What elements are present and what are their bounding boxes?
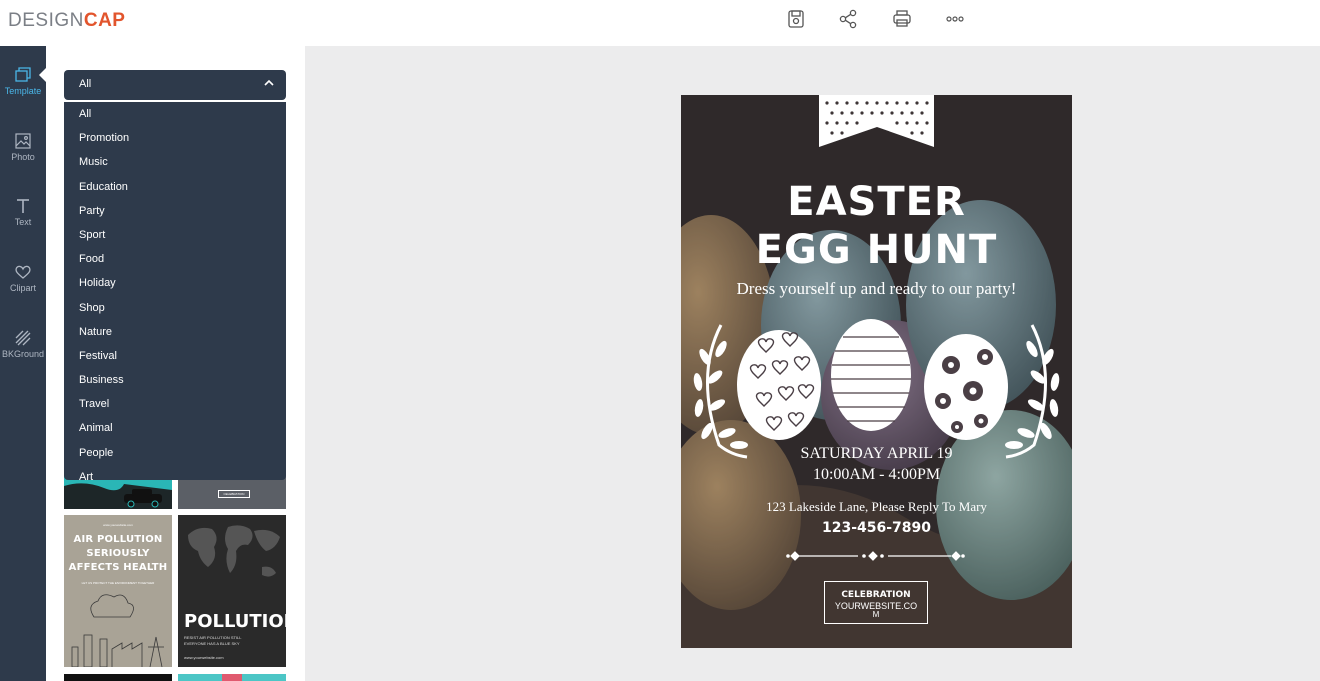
background-icon xyxy=(15,330,31,346)
dropdown-item-travel[interactable]: Travel xyxy=(64,392,286,416)
thumbnail-small-text: www.yourwebsite.com xyxy=(103,523,133,527)
dropdown-item-promotion[interactable]: Promotion xyxy=(64,126,286,150)
dropdown-item-food[interactable]: Food xyxy=(64,247,286,271)
category-select[interactable]: All xyxy=(64,70,286,100)
thumbnail-pollution-title: POLLUTION xyxy=(184,611,286,632)
share-icon[interactable] xyxy=(838,8,860,30)
dropdown-item-shop[interactable]: Shop xyxy=(64,296,286,320)
rail-item-text[interactable]: Text xyxy=(0,197,46,253)
save-icon[interactable] xyxy=(785,8,807,30)
category-dropdown: All Promotion Music Education Party Spor… xyxy=(64,102,286,480)
rail-item-background[interactable]: BKGround xyxy=(0,329,46,385)
template-thumbnail-pollution[interactable]: POLLUTION RESIST AIR POLLUTION STILL EVE… xyxy=(178,515,286,667)
poster-time: 10:00AM - 4:00PM xyxy=(812,466,941,483)
poster-title-line2: EGG HUNT xyxy=(755,227,998,273)
dropdown-item-holiday[interactable]: Holiday xyxy=(64,271,286,295)
world-map-illustration xyxy=(188,525,280,577)
design-poster[interactable]: EASTER EGG HUNT Dress yourself up and re… xyxy=(681,95,1072,648)
poster-tagline: Dress yourself up and ready to our party… xyxy=(736,279,1017,298)
dropdown-item-party[interactable]: Party xyxy=(64,199,286,223)
dropdown-item-education[interactable]: Education xyxy=(64,175,286,199)
dropdown-item-festival[interactable]: Festival xyxy=(64,344,286,368)
thumbnail-site: www.yourwebsite.com xyxy=(184,655,224,660)
chevron-up-icon xyxy=(264,79,274,86)
more-icon[interactable] xyxy=(944,8,966,30)
thumbnail-title-line: AFFECTS HEALTH xyxy=(68,562,168,573)
template-thumbnail[interactable] xyxy=(64,476,172,509)
poster-website-box: CELEBRATION YOURWEBSITE.CO M xyxy=(824,581,928,624)
poster-address: 123 Lakeside Lane, Please Reply To Mary xyxy=(766,499,987,514)
thumbnail-celebration-box: CELEBRATION xyxy=(218,490,250,498)
poster-phone: 123-456-7890 xyxy=(821,520,932,536)
heart-icon xyxy=(15,265,31,279)
rail-label-photo: Photo xyxy=(11,152,35,162)
dropdown-item-art[interactable]: Art xyxy=(64,465,286,480)
photo-icon xyxy=(15,133,31,149)
logo-bold: CAP xyxy=(83,10,126,31)
logo-light: DESIGN xyxy=(8,10,84,31)
thumbnail-title-line: SERIOUSLY xyxy=(86,548,150,559)
left-rail: Template Photo Text Clipart BKGround xyxy=(0,46,46,681)
car-illustration xyxy=(64,483,172,509)
thumbnail-title: AIR POLLUTION SERIOUSLY AFFECTS HEALTH xyxy=(64,533,172,575)
text-icon xyxy=(17,199,29,213)
template-thumbnail[interactable] xyxy=(178,674,286,681)
rail-label-clipart: Clipart xyxy=(9,283,36,293)
factory-illustration xyxy=(71,594,164,667)
category-select-value: All xyxy=(79,78,92,90)
dropdown-item-people[interactable]: People xyxy=(64,441,286,465)
thumbnail-pollution-subtitle: RESIST AIR POLLUTION STILL EVERYONE HAS … xyxy=(184,635,280,661)
rail-active-notch xyxy=(39,68,46,82)
rail-label-template: Template xyxy=(4,86,42,96)
logo[interactable]: DESIGNCAP xyxy=(8,10,125,32)
top-bar: DESIGNCAP xyxy=(0,0,1320,46)
print-icon[interactable] xyxy=(891,8,913,30)
thumbnail-subtitle: LET US PROTECT THE ENVIRONMENT TOGETHER xyxy=(81,581,155,585)
template-thumbnail[interactable] xyxy=(64,674,172,681)
poster-background xyxy=(681,95,1072,648)
thumbnail-accent xyxy=(222,674,242,681)
template-thumbnail-air-pollution[interactable]: www.yourwebsite.com AIR POLLUTION SERIOU… xyxy=(64,515,172,667)
rail-label-background: BKGround xyxy=(1,349,45,359)
template-icon xyxy=(15,67,31,82)
template-panel: CELEBRATION www.yourwebsite.com AIR POLL… xyxy=(46,46,305,681)
poster-title-line1: EASTER xyxy=(787,179,966,225)
rail-item-clipart[interactable]: Clipart xyxy=(0,263,46,319)
dropdown-item-all[interactable]: All xyxy=(64,102,286,126)
dropdown-item-animal[interactable]: Animal xyxy=(64,416,286,440)
rail-item-photo[interactable]: Photo xyxy=(0,132,46,188)
poster-date: SATURDAY APRIL 19 xyxy=(800,445,953,462)
rail-label-text: Text xyxy=(14,217,32,227)
template-thumbnail[interactable]: CELEBRATION xyxy=(178,476,286,509)
design-canvas-area: EASTER EGG HUNT Dress yourself up and re… xyxy=(305,46,1320,681)
poster-box-line3: M xyxy=(872,610,880,619)
thumbnail-sub-line: EVERYONE HAS A BLUE SKY xyxy=(184,641,240,646)
dropdown-item-sport[interactable]: Sport xyxy=(64,223,286,247)
poster-box-line1: CELEBRATION xyxy=(841,590,911,600)
dropdown-item-business[interactable]: Business xyxy=(64,368,286,392)
dropdown-item-music[interactable]: Music xyxy=(64,150,286,174)
dropdown-item-nature[interactable]: Nature xyxy=(64,320,286,344)
thumbnail-title-line: AIR POLLUTION xyxy=(73,534,163,545)
